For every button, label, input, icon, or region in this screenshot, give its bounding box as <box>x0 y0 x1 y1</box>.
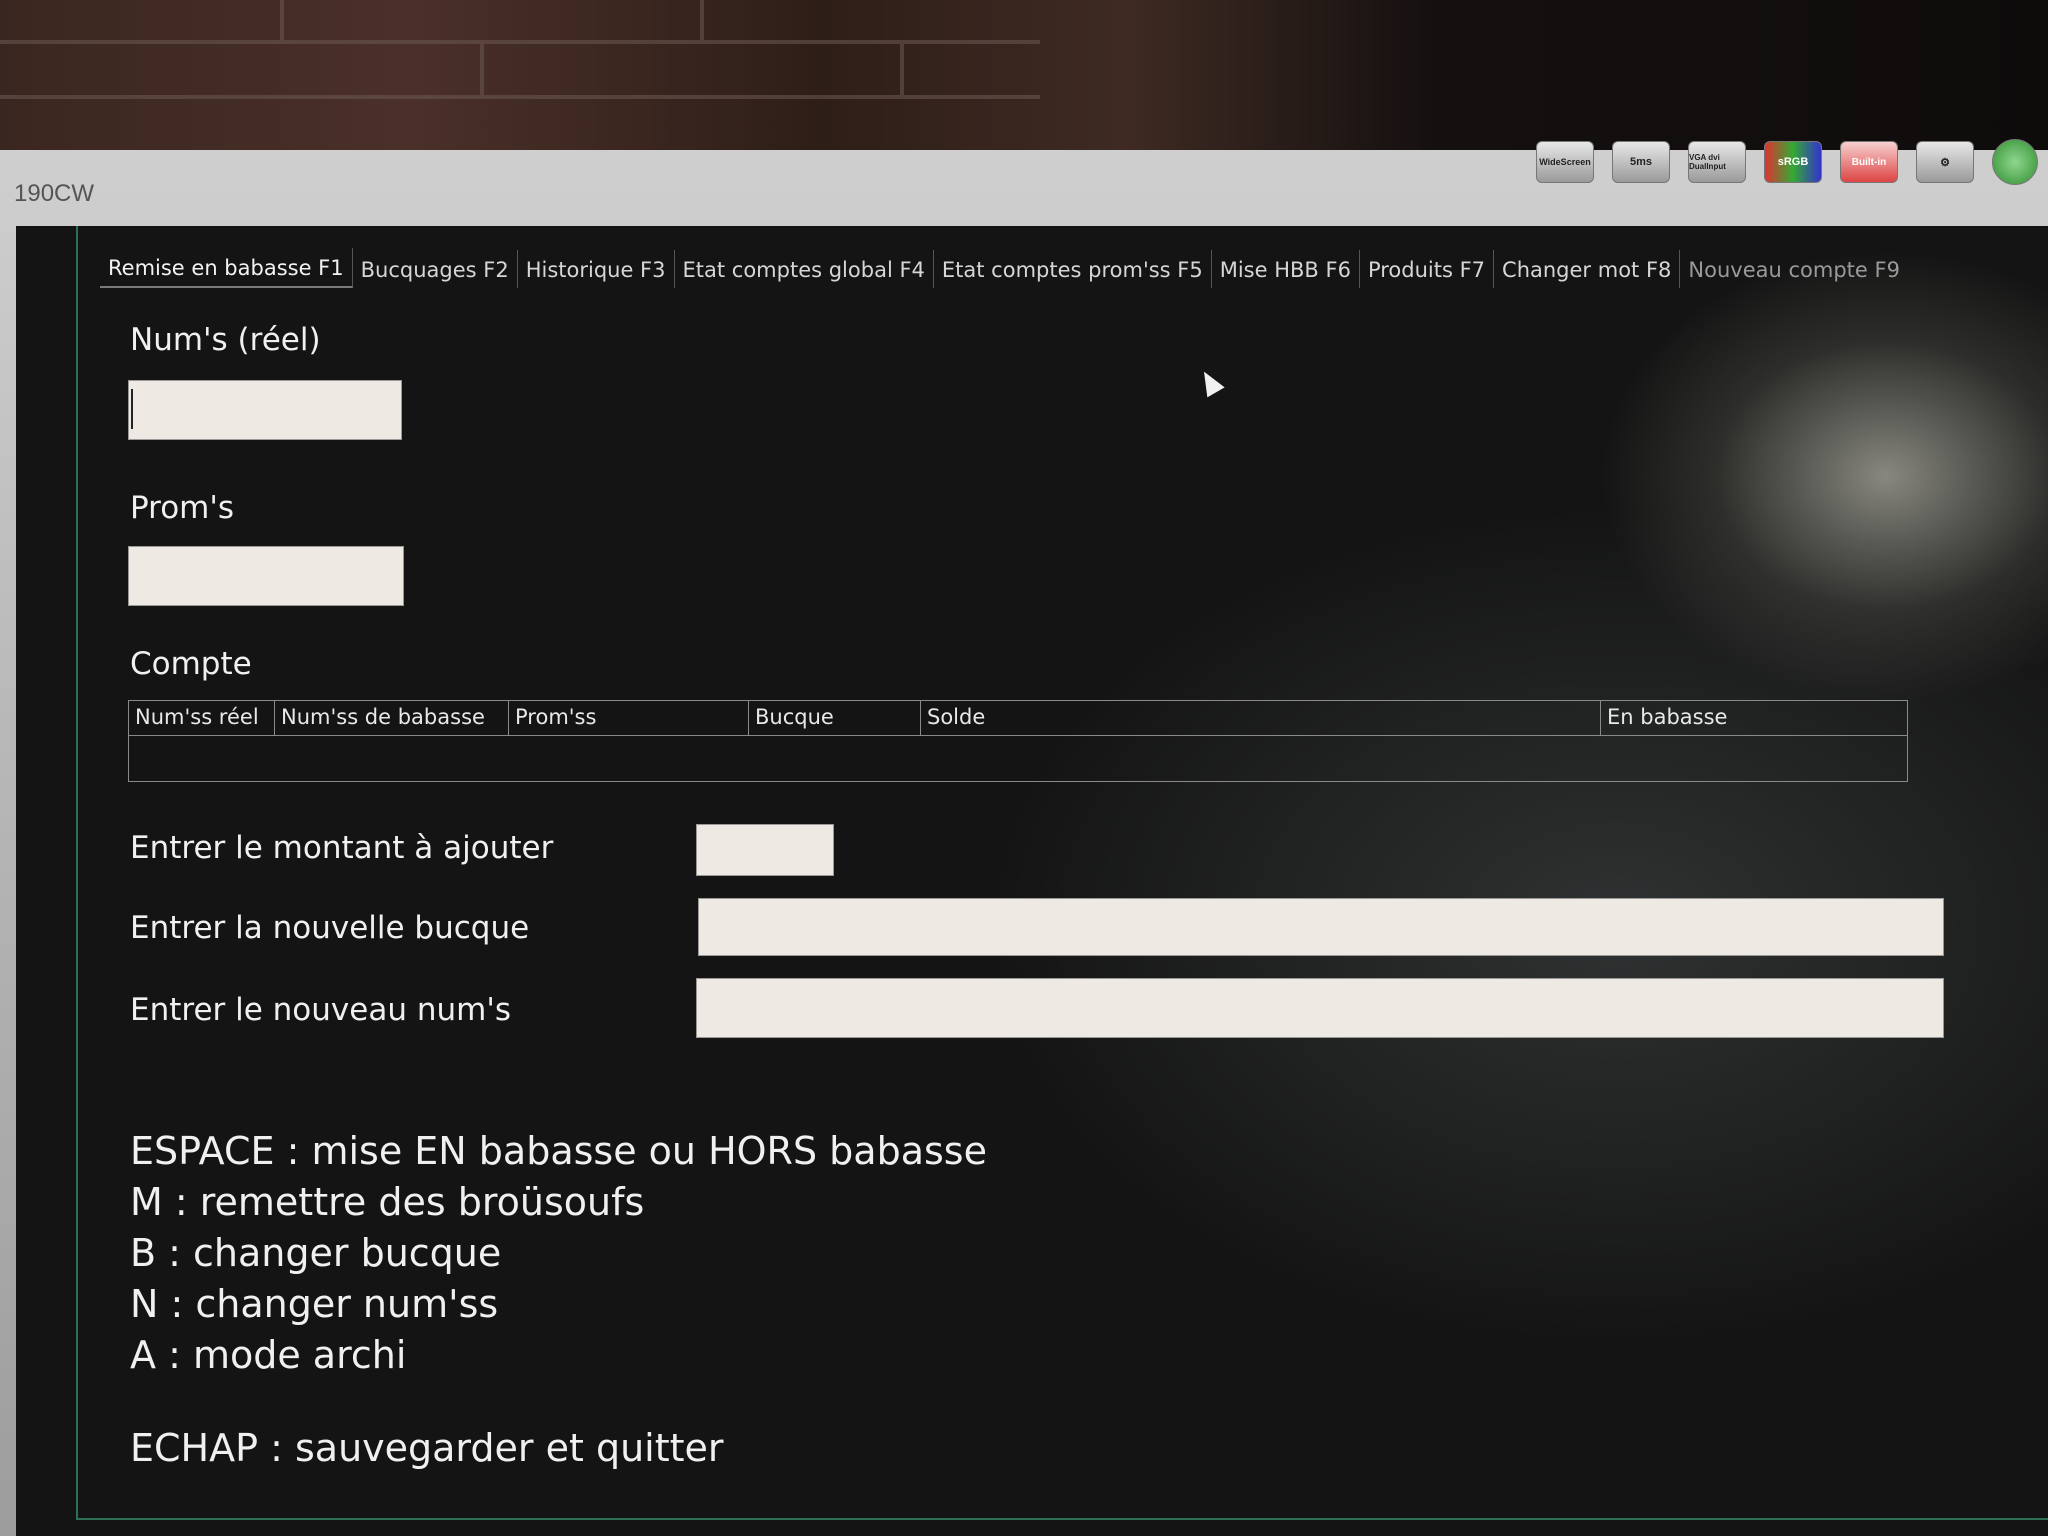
tab-bucquages[interactable]: Bucquages F2 <box>353 250 518 288</box>
montant-input[interactable] <box>696 824 834 876</box>
column-header-numss-reel: Num'ss réel <box>129 701 275 735</box>
compte-label: Compte <box>130 646 252 682</box>
tab-nouveau-compte[interactable]: Nouveau compte F9 <box>1680 250 1908 288</box>
tab-bar: Remise en babasse F1 Bucquages F2 Histor… <box>100 248 1908 288</box>
tab-produits[interactable]: Produits F7 <box>1360 250 1495 288</box>
nums-reel-input[interactable] <box>128 380 402 440</box>
mouse-pointer-icon <box>1195 366 1225 398</box>
column-header-bucque: Bucque <box>749 701 921 735</box>
tab-mise-hbb[interactable]: Mise HBB F6 <box>1212 250 1360 288</box>
proms-label: Prom's <box>130 490 235 526</box>
tab-etat-comptes-promss[interactable]: Etat comptes prom'ss F5 <box>934 250 1212 288</box>
compte-table: Num'ss réel Num'ss de babasse Prom'ss Bu… <box>128 700 1908 782</box>
srgb-badge-icon: sRGB <box>1764 141 1822 183</box>
eco-leaf-icon <box>1992 139 2038 185</box>
babasse-app-window: Remise en babasse F1 Bucquages F2 Histor… <box>76 226 2048 1520</box>
column-header-promss: Prom'ss <box>509 701 749 735</box>
shortcut-echap-quit: ECHAP : sauvegarder et quitter <box>130 1426 724 1470</box>
nums-reel-label: Num's (réel) <box>130 322 321 358</box>
settings-badge-icon: ⚙ <box>1916 141 1974 183</box>
monitor-screen: Remise en babasse F1 Bucquages F2 Histor… <box>16 226 2048 1536</box>
shortcut-n: N : changer num'ss <box>130 1282 499 1326</box>
widescreen-badge-icon: WideScreen <box>1536 141 1594 183</box>
tab-changer-mot[interactable]: Changer mot F8 <box>1494 250 1681 288</box>
shortcut-m: M : remettre des broüsoufs <box>130 1180 645 1224</box>
shortcut-espace: ESPACE : mise EN babasse ou HORS babasse <box>130 1129 987 1173</box>
nouvelle-bucque-label: Entrer la nouvelle bucque <box>130 910 530 946</box>
built-in-badge-icon: Built-in <box>1840 141 1898 183</box>
nouveau-nums-input[interactable] <box>696 978 1944 1038</box>
shortcut-b: B : changer bucque <box>130 1231 502 1275</box>
nouvelle-bucque-input[interactable] <box>698 898 1944 956</box>
column-header-solde: Solde <box>921 701 1601 735</box>
column-header-numss-de-babasse: Num'ss de babasse <box>275 701 509 735</box>
tab-historique[interactable]: Historique F3 <box>518 250 675 288</box>
tab-remise-en-babasse[interactable]: Remise en babasse F1 <box>100 248 353 288</box>
monitor-model-label: 190CW <box>14 180 95 207</box>
shortcut-a: A : mode archi <box>130 1333 407 1377</box>
column-header-en-babasse: En babasse <box>1607 705 1728 729</box>
compte-table-header: Num'ss réel Num'ss de babasse Prom'ss Bu… <box>129 701 1907 736</box>
monitor-feature-badges: WideScreen 5ms VGA dvi DualInput sRGB Bu… <box>1536 136 2038 188</box>
proms-input[interactable] <box>128 546 404 606</box>
montant-label: Entrer le montant à ajouter <box>130 830 554 866</box>
text-caret <box>131 389 133 429</box>
nouveau-nums-label: Entrer le nouveau num's <box>130 992 512 1028</box>
response-time-badge-icon: 5ms <box>1612 141 1670 183</box>
keyboard-shortcuts-help: ESPACE : mise EN babasse ou HORS babasse… <box>130 1126 987 1381</box>
dual-input-badge-icon: VGA dvi DualInput <box>1688 141 1746 183</box>
tab-etat-comptes-global[interactable]: Etat comptes global F4 <box>675 250 934 288</box>
